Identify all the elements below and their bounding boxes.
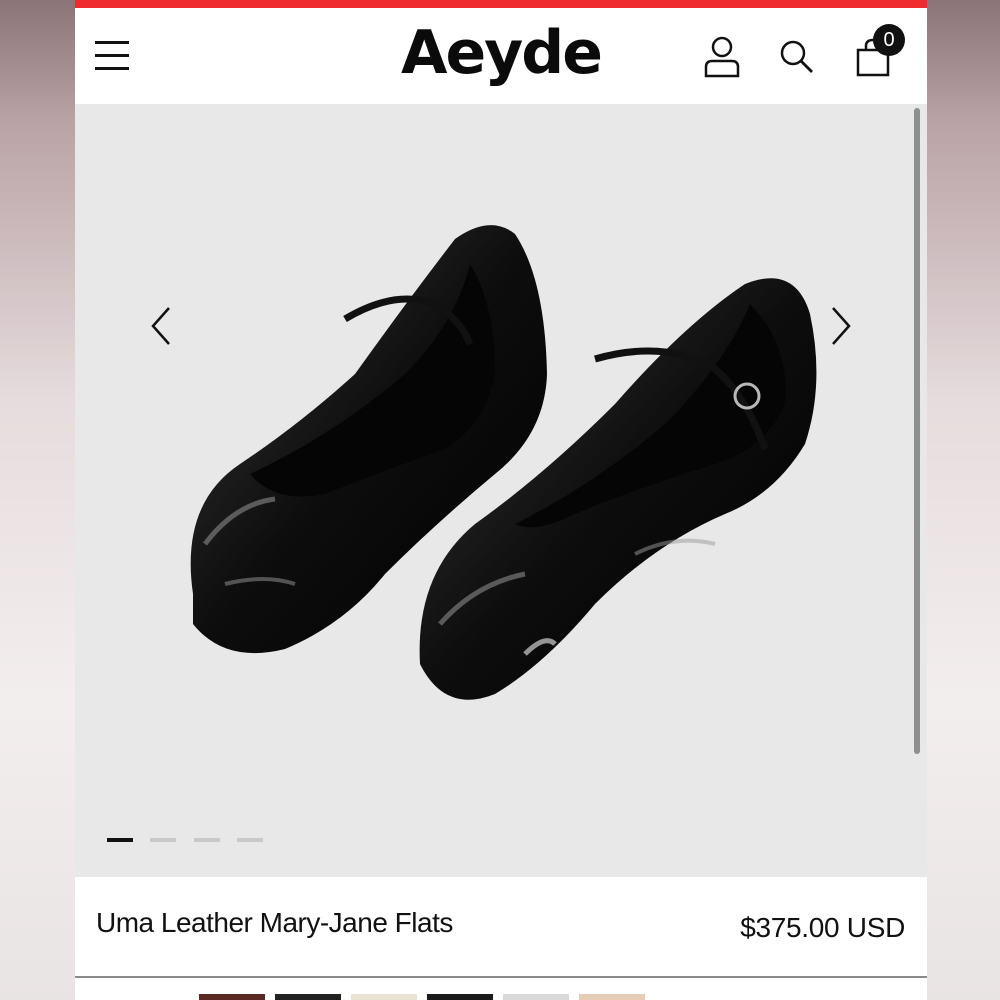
site-header: Aeyde 0 [75, 8, 927, 104]
product-image-gallery[interactable] [75, 104, 927, 877]
chevron-left-icon[interactable] [145, 304, 179, 348]
slide-dot-3[interactable] [194, 838, 220, 842]
cart-count-badge: 0 [873, 24, 905, 56]
product-title: Uma Leather Mary-Jane Flats [96, 907, 453, 938]
product-info: Uma Leather Mary-Jane Flats $375.00 USD [75, 877, 927, 976]
slide-dot-2[interactable] [150, 838, 176, 842]
product-price: $375.00 USD [740, 912, 905, 943]
color-swatch-4[interactable] [427, 994, 493, 1000]
phone-screen: Aeyde 0 Uma Leather Mary-Jane Flats $375… [75, 0, 927, 1000]
color-swatch-6[interactable] [579, 994, 645, 1000]
slide-dot-4[interactable] [237, 838, 263, 842]
product-image [190, 225, 817, 700]
color-swatch-1[interactable] [199, 994, 265, 1000]
scrollbar[interactable] [914, 108, 920, 754]
divider [75, 976, 927, 978]
color-swatch-5[interactable] [503, 994, 569, 1000]
color-swatch-3[interactable] [351, 994, 417, 1000]
chevron-right-icon[interactable] [823, 304, 857, 348]
search-icon[interactable] [779, 39, 815, 75]
slide-dot-1[interactable] [107, 838, 133, 842]
announcement-bar [75, 0, 927, 8]
account-icon[interactable] [703, 36, 741, 78]
color-swatch-2[interactable] [275, 994, 341, 1000]
